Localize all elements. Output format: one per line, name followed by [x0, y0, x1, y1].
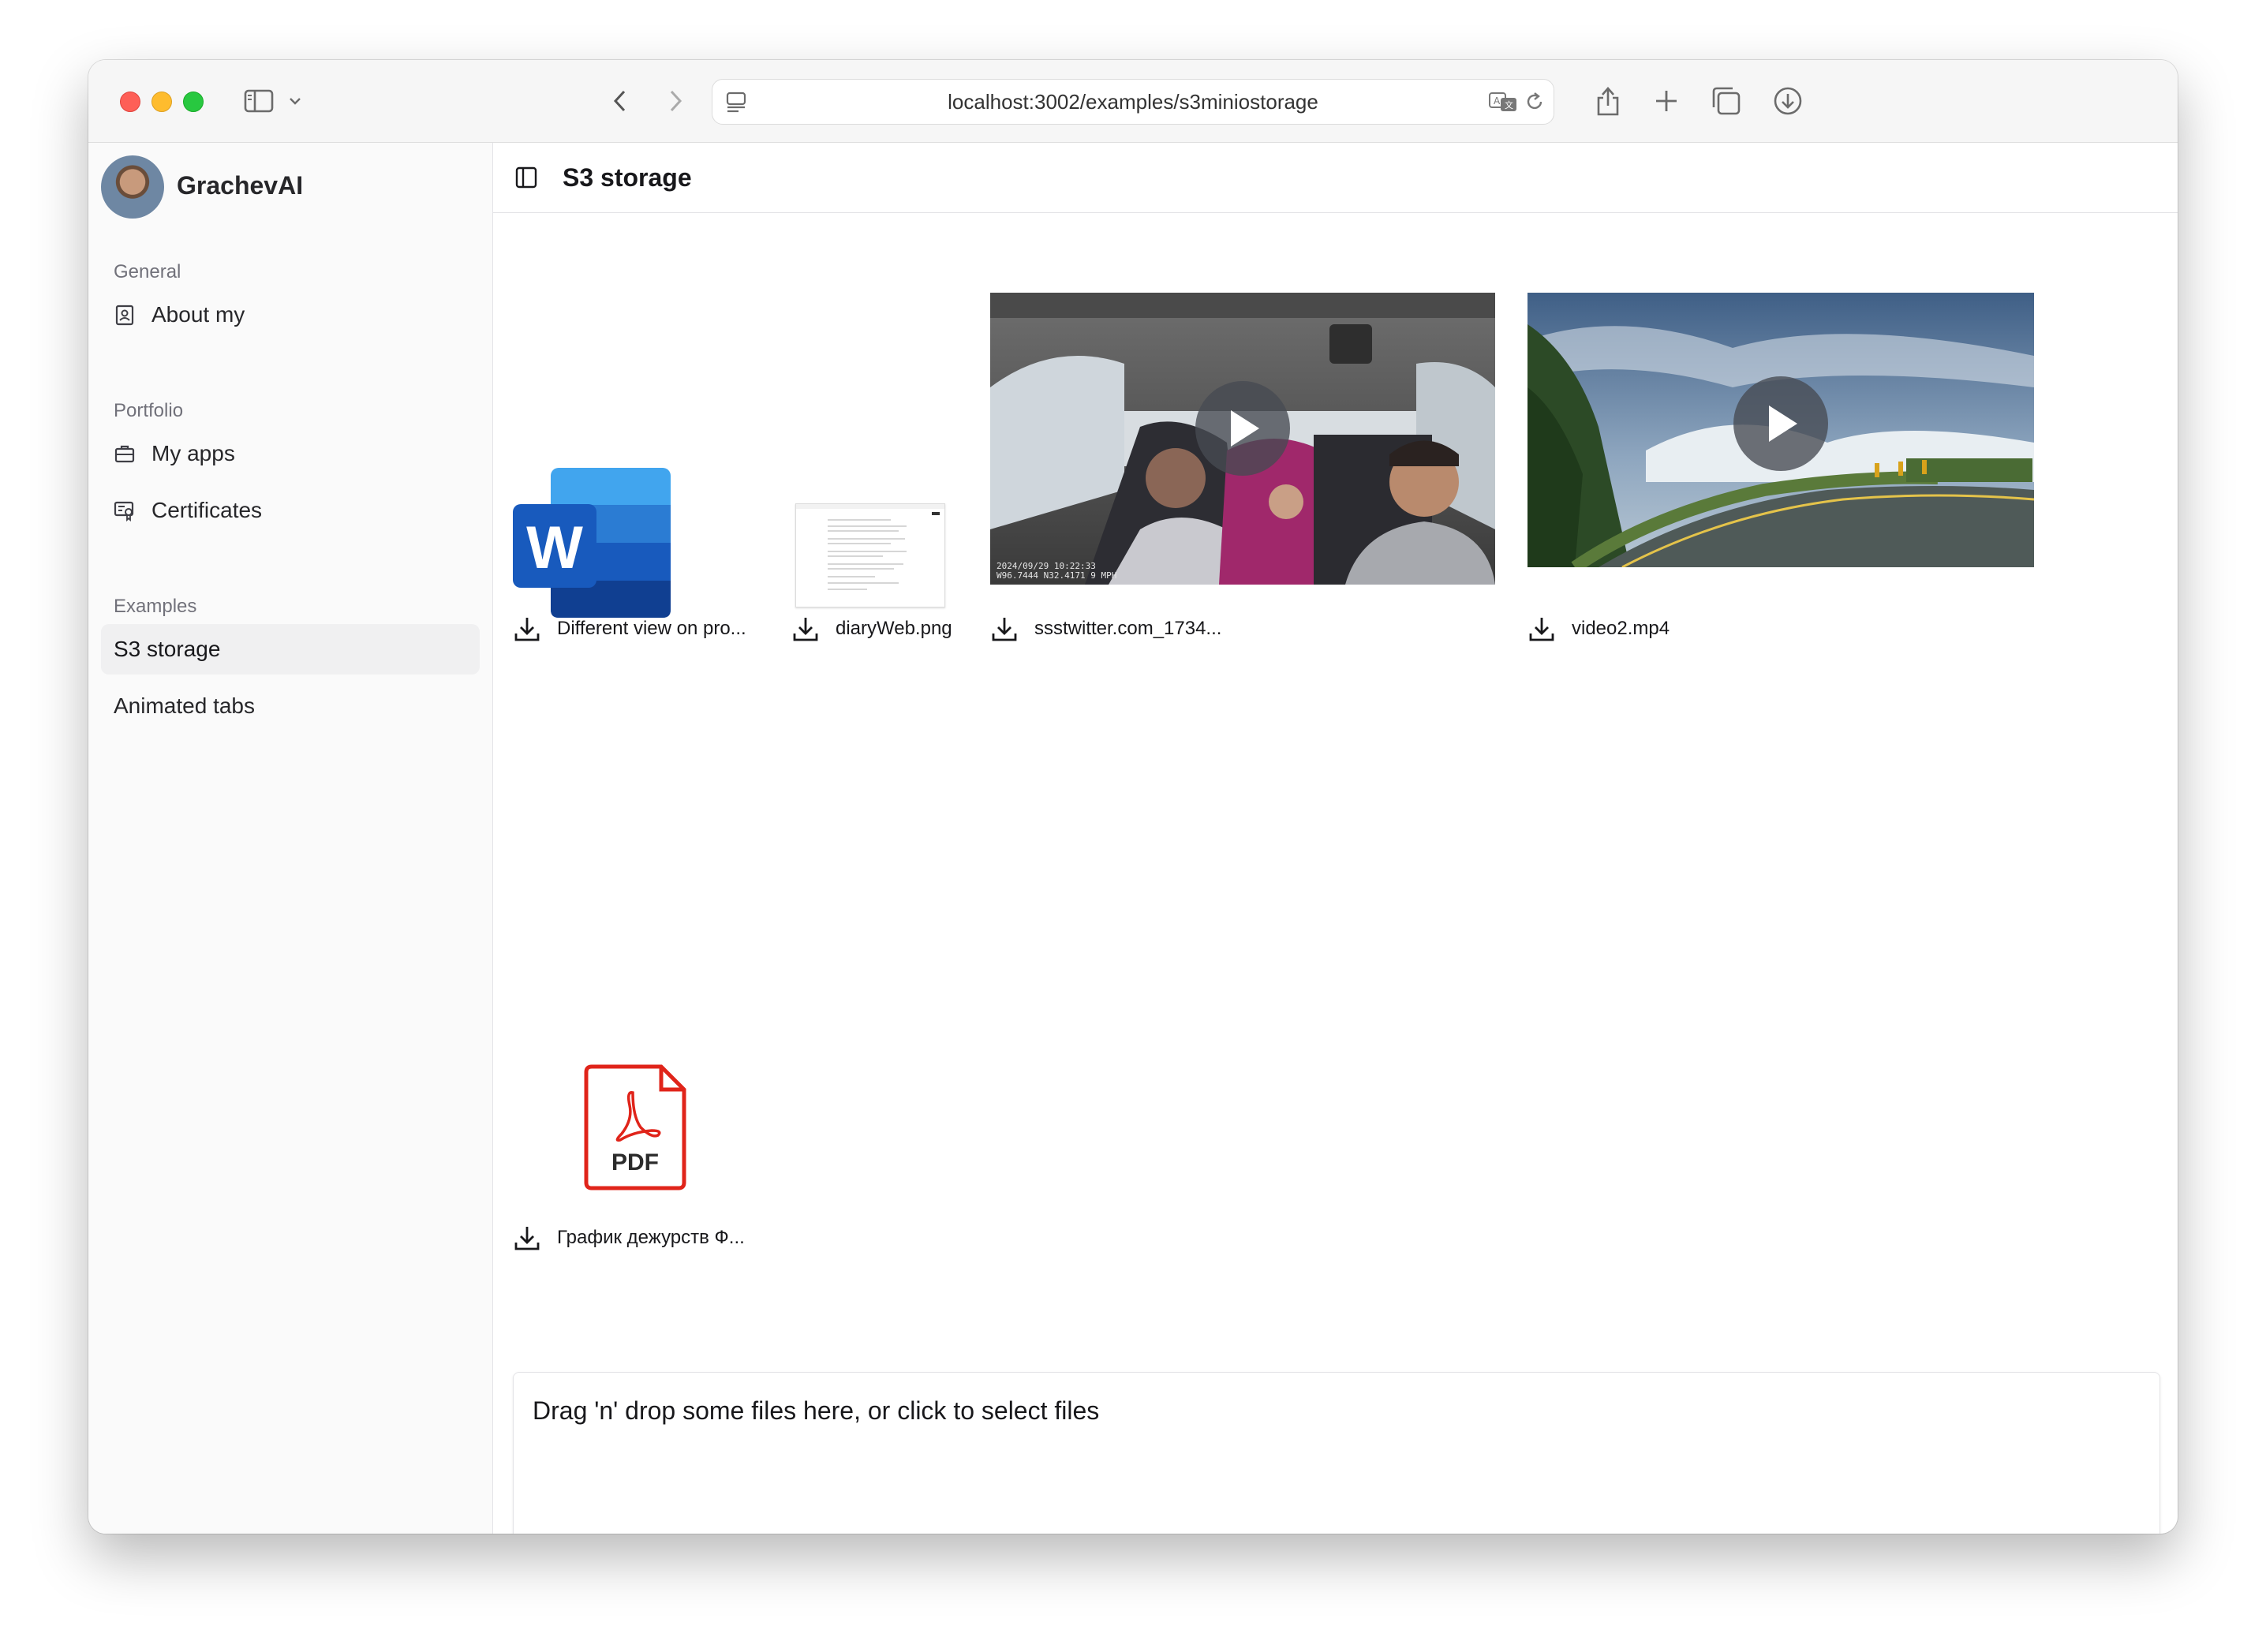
file-name: Different view on pro...: [557, 618, 746, 639]
word-letter: W: [526, 514, 583, 581]
file-item-3[interactable]: ssstwitter.com_1734...: [990, 615, 1221, 643]
minimize-window-button[interactable]: [151, 92, 172, 112]
page-header: S3 storage: [493, 143, 2178, 213]
contact-card-icon: [114, 304, 136, 326]
svg-text:W96.7444 N32.4171 9 MPH: W96.7444 N32.4171 9 MPH: [997, 570, 1116, 581]
file-item-2[interactable]: diaryWeb.png: [791, 615, 952, 643]
pdf-icon[interactable]: PDF: [584, 1064, 686, 1190]
sidebar-item-label: About my: [151, 302, 245, 327]
download-icon[interactable]: [513, 615, 541, 643]
browser-toolbar: localhost:3002/examples/s3miniostorage A…: [88, 60, 2178, 143]
sidebar-item-label: My apps: [151, 441, 235, 465]
main-content: S3 storage W Different view on pro... di…: [493, 143, 2178, 1534]
panel-left-icon[interactable]: [514, 165, 539, 190]
play-icon[interactable]: [1733, 376, 1828, 471]
sidebar-toggle-icon[interactable]: [243, 87, 275, 115]
file-item-4[interactable]: video2.mp4: [1527, 615, 1670, 643]
forward-arrow-icon[interactable]: [660, 85, 691, 117]
reload-icon[interactable]: [1522, 89, 1547, 114]
video-thumbnail[interactable]: 2024/09/29 10:22:33 W96.7444 N32.4171 9 …: [990, 293, 1495, 585]
sidebar-item-label: Animated tabs: [114, 693, 255, 718]
avatar[interactable]: [101, 155, 164, 219]
file-dropzone[interactable]: Drag 'n' drop some files here, or click …: [513, 1372, 2160, 1534]
certificate-icon: [114, 499, 136, 521]
close-window-button[interactable]: [120, 92, 140, 112]
new-tab-plus-icon[interactable]: [1651, 85, 1682, 117]
play-icon[interactable]: [1195, 381, 1290, 476]
translate-icon[interactable]: A文: [1487, 89, 1519, 114]
sidebar-item-my-apps[interactable]: My apps: [101, 428, 480, 479]
image-thumbnail[interactable]: [795, 503, 945, 607]
chevron-down-icon[interactable]: [286, 92, 305, 110]
dropzone-text: Drag 'n' drop some files here, or click …: [533, 1396, 1100, 1425]
section-label-general: General: [114, 261, 181, 282]
file-item-5[interactable]: График дежурств Ф...: [513, 1224, 745, 1252]
page-title: S3 storage: [563, 163, 692, 192]
word-document-icon[interactable]: W: [513, 468, 671, 618]
briefcase-icon: [114, 443, 136, 465]
share-icon[interactable]: [1592, 82, 1624, 118]
download-icon[interactable]: [513, 1224, 541, 1252]
section-label-portfolio: Portfolio: [114, 400, 184, 421]
address-bar[interactable]: localhost:3002/examples/s3miniostorage A…: [712, 79, 1554, 125]
file-item-1[interactable]: Different view on pro...: [513, 615, 746, 643]
brand-name[interactable]: GrachevAI: [177, 171, 303, 200]
svg-text:文: 文: [1505, 99, 1513, 110]
sidebar-item-about[interactable]: About my: [101, 290, 480, 340]
sidebar: GrachevAI General About my Portfolio My …: [88, 143, 493, 1534]
sidebar-item-animated-tabs[interactable]: Animated tabs: [101, 681, 480, 731]
svg-text:A: A: [1494, 95, 1501, 107]
download-icon[interactable]: [990, 615, 1019, 643]
video-thumbnail[interactable]: [1527, 293, 2034, 567]
downloads-icon[interactable]: [1771, 84, 1805, 118]
file-name: diaryWeb.png: [836, 618, 952, 639]
file-name: video2.mp4: [1572, 618, 1670, 639]
sidebar-item-certificates[interactable]: Certificates: [101, 485, 480, 536]
section-label-examples: Examples: [114, 596, 197, 617]
download-icon[interactable]: [1527, 615, 1556, 643]
sidebar-item-label: S3 storage: [114, 637, 221, 661]
file-name: График дежурств Ф...: [557, 1227, 745, 1248]
browser-window: localhost:3002/examples/s3miniostorage A…: [88, 60, 2178, 1534]
file-name: ssstwitter.com_1734...: [1034, 618, 1222, 639]
back-arrow-icon[interactable]: [604, 85, 636, 117]
url-text[interactable]: localhost:3002/examples/s3miniostorage: [712, 80, 1554, 124]
zoom-window-button[interactable]: [183, 92, 204, 112]
sidebar-item-label: Certificates: [151, 498, 263, 522]
sidebar-item-s3-storage[interactable]: S3 storage: [101, 624, 480, 675]
download-icon[interactable]: [791, 615, 820, 643]
tab-overview-icon[interactable]: [1709, 84, 1744, 118]
pdf-badge: PDF: [611, 1149, 659, 1175]
